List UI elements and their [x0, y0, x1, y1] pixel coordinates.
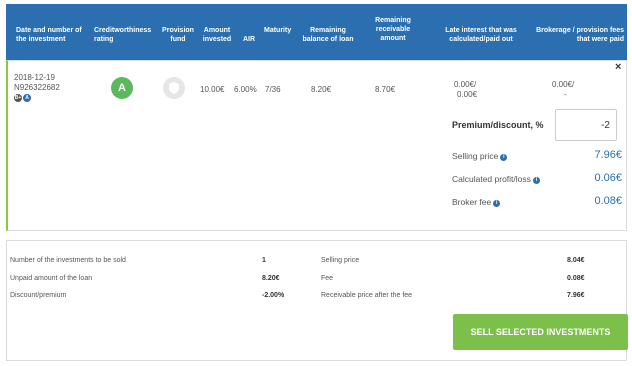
- remaining-receivable-value: 8.70€: [375, 85, 396, 94]
- sale-summary: Number of the investments to be sold 1 U…: [6, 240, 628, 361]
- provision-fund-icon: [163, 77, 185, 99]
- header-creditworthiness: Creditworthiness rating: [94, 27, 152, 43]
- broker-fee-value: 0.08€: [594, 195, 622, 207]
- profit-loss-value: 0.06€: [594, 172, 622, 184]
- air-value: 6.00%: [234, 85, 257, 94]
- flag-mini-icon: A: [23, 94, 31, 102]
- brokerage-line2: -: [564, 90, 567, 99]
- brokerage-line1: 0.00€/: [552, 80, 575, 89]
- close-icon[interactable]: ×: [615, 61, 621, 73]
- info-icon[interactable]: i: [500, 154, 508, 161]
- summary-fee-label: Fee: [321, 275, 334, 282]
- receivable-price-label: Receivable price after the fee: [321, 292, 413, 299]
- info-icon[interactable]: i: [532, 177, 540, 184]
- header-maturity: Maturity: [264, 27, 292, 34]
- header-remaining-receivable: Remaining receivable amount: [375, 17, 411, 42]
- table-header: Date and number of the investment Credit…: [6, 4, 627, 60]
- info-icon[interactable]: i: [493, 200, 501, 207]
- header-brokerage-fees: Brokerage / provision fees that were pai…: [536, 27, 624, 43]
- header-amount-invested: Amount invested: [202, 27, 232, 43]
- summary-selling-price-label: Selling price: [321, 257, 360, 264]
- header-provision-fund: Provision fund: [162, 27, 194, 43]
- late-interest-line1: 0.00€/: [454, 80, 477, 89]
- receivable-price-value: 7.96€: [567, 292, 585, 299]
- summary-fee-value: 0.08€: [567, 275, 585, 282]
- unpaid-amount-value: 8.20€: [262, 275, 280, 282]
- investment-date: 2018-12-19: [14, 73, 55, 82]
- sell-selected-investments-button[interactable]: SELL SELECTED INVESTMENTS: [453, 314, 628, 350]
- broker-fee-label: Broker fee i: [452, 197, 501, 207]
- num-investments-value: 1: [262, 257, 266, 264]
- discount-premium-value: -2.00%: [262, 292, 285, 299]
- summary-selling-price-value: 8.04€: [567, 257, 585, 264]
- header-date-number: Date and number of the investment: [16, 27, 82, 43]
- premium-discount-label: Premium/discount, %: [452, 120, 544, 130]
- header-remaining-balance: Remaining balance of loan: [302, 27, 354, 43]
- selling-price-label: Selling price i: [452, 151, 508, 161]
- investment-number: N926322682: [14, 83, 60, 92]
- num-investments-label: Number of the investments to be sold: [10, 257, 126, 264]
- investment-row: 2018-12-19 N926322682 B+ A A 10.00€ 6.00…: [6, 60, 627, 231]
- maturity-value: 7/36: [265, 85, 281, 94]
- profit-loss-label: Calculated profit/loss i: [452, 174, 540, 184]
- discount-premium-label: Discount/premium: [10, 292, 67, 299]
- header-late-interest: Late interest that was calculated/paid o…: [445, 27, 517, 43]
- rating-badge: A: [111, 77, 133, 99]
- header-air: AIR: [243, 36, 256, 43]
- selling-price-label-text: Selling price: [452, 151, 499, 161]
- amount-invested: 10.00€: [200, 85, 225, 94]
- broker-fee-label-text: Broker fee: [452, 197, 492, 207]
- premium-discount-input[interactable]: [555, 109, 617, 141]
- selling-price-value: 7.96€: [594, 149, 622, 161]
- unpaid-amount-label: Unpaid amount of the loan: [10, 275, 93, 282]
- late-interest-line2: 0.00€: [457, 90, 478, 99]
- profit-loss-label-text: Calculated profit/loss: [452, 174, 531, 184]
- shield-icon: [169, 82, 179, 94]
- rating-mini-icon: B+: [14, 94, 22, 102]
- remaining-balance-value: 8.20€: [311, 85, 332, 94]
